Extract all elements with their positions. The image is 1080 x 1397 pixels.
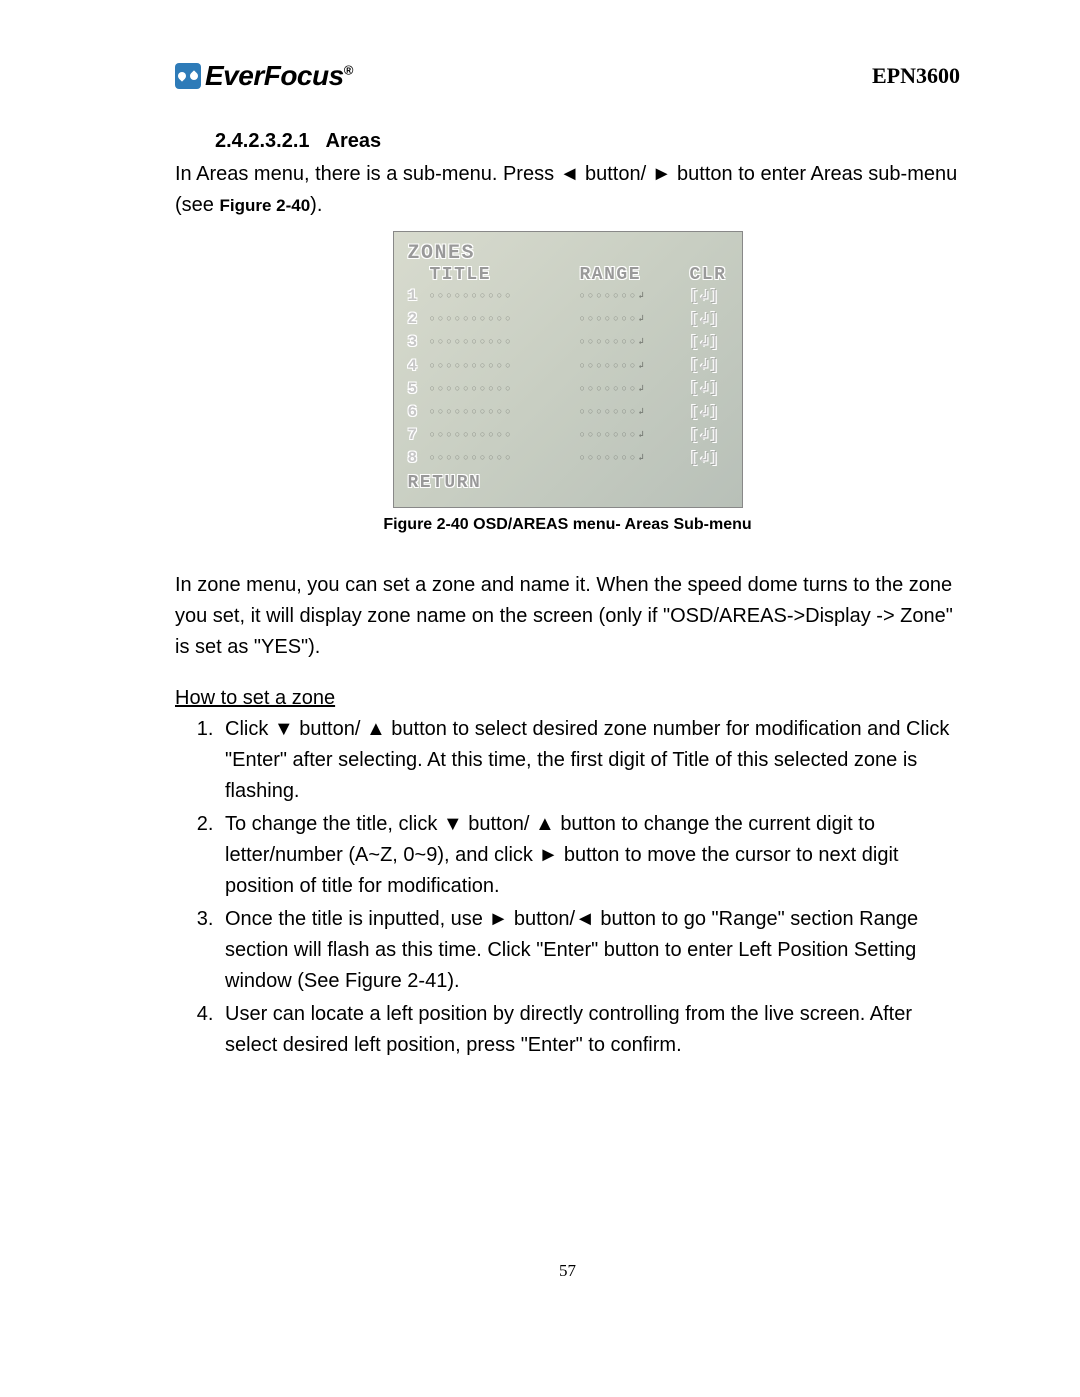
osd-col-range: RANGE bbox=[580, 265, 690, 285]
step-item: User can locate a left position by direc… bbox=[219, 999, 960, 1061]
osd-row: 3○○○○○○○○○○○○○○○○○↲[↲] bbox=[408, 331, 730, 354]
osd-return: RETURN bbox=[408, 473, 730, 493]
section-heading: 2.4.2.3.2.1 Areas bbox=[215, 130, 960, 153]
osd-row: 4○○○○○○○○○○○○○○○○○↲[↲] bbox=[408, 355, 730, 378]
step-item: Click ▼ button/ ▲ button to select desir… bbox=[219, 714, 960, 807]
brand-name: EverFocus® bbox=[205, 60, 353, 92]
osd-row: 2○○○○○○○○○○○○○○○○○↲[↲] bbox=[408, 308, 730, 331]
howto-heading: How to set a zone bbox=[175, 687, 960, 710]
figure-block: ZONES TITLE RANGE CLR 1○○○○○○○○○○○○○○○○○… bbox=[175, 231, 960, 534]
step-item: To change the title, click ▼ button/ ▲ b… bbox=[219, 809, 960, 902]
everfocus-icon bbox=[175, 63, 201, 89]
osd-screenshot: ZONES TITLE RANGE CLR 1○○○○○○○○○○○○○○○○○… bbox=[393, 231, 743, 508]
osd-header: ZONES bbox=[408, 242, 730, 265]
page-header: EverFocus® EPN3600 bbox=[175, 60, 960, 92]
brand-logo: EverFocus® bbox=[175, 60, 353, 92]
intro-paragraph: In Areas menu, there is a sub-menu. Pres… bbox=[175, 159, 960, 221]
osd-row: 6○○○○○○○○○○○○○○○○○↲[↲] bbox=[408, 401, 730, 424]
figure-caption: Figure 2-40 OSD/AREAS menu- Areas Sub-me… bbox=[175, 516, 960, 534]
steps-list: Click ▼ button/ ▲ button to select desir… bbox=[175, 714, 960, 1061]
document-page: EverFocus® EPN3600 2.4.2.3.2.1 Areas In A… bbox=[0, 0, 1080, 1321]
osd-row: 8○○○○○○○○○○○○○○○○○↲[↲] bbox=[408, 447, 730, 470]
osd-row: 1○○○○○○○○○○○○○○○○○↲[↲] bbox=[408, 285, 730, 308]
model-number: EPN3600 bbox=[872, 63, 960, 89]
step-item: Once the title is inputted, use ► button… bbox=[219, 904, 960, 997]
paragraph-2: In zone menu, you can set a zone and nam… bbox=[175, 570, 960, 663]
osd-col-clr: CLR bbox=[690, 265, 727, 285]
figure-reference: Figure 2-40 bbox=[219, 196, 310, 215]
osd-column-headers: TITLE RANGE CLR bbox=[430, 265, 730, 285]
section-title: Areas bbox=[326, 130, 382, 152]
section-number: 2.4.2.3.2.1 bbox=[215, 130, 310, 152]
osd-row: 7○○○○○○○○○○○○○○○○○↲[↲] bbox=[408, 424, 730, 447]
page-number: 57 bbox=[175, 1261, 960, 1281]
osd-row: 5○○○○○○○○○○○○○○○○○↲[↲] bbox=[408, 378, 730, 401]
osd-col-title: TITLE bbox=[430, 265, 580, 285]
